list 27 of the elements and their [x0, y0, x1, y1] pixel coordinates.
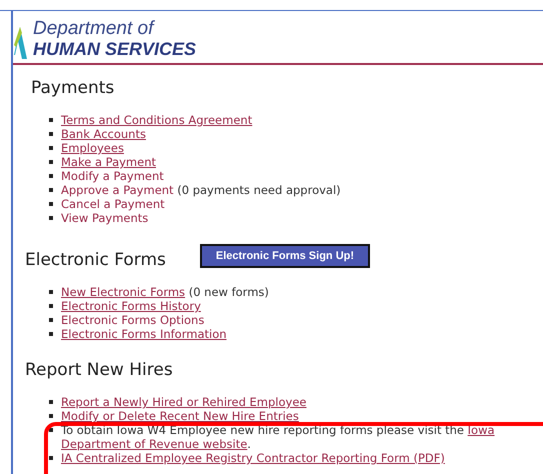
menu-link[interactable]: Electronic Forms History [61, 299, 201, 313]
section-heading: Payments [31, 78, 114, 98]
menu-link[interactable]: Approve a Payment [61, 183, 174, 197]
menu-link[interactable]: View Payments [61, 211, 148, 225]
sign-up-button[interactable]: Electronic Forms Sign Up! [200, 244, 370, 268]
menu-link[interactable]: Cancel a Payment [61, 197, 165, 211]
menu-link[interactable]: IA Centralized Employee Registry Contractor Reporting Form (PDF) [61, 451, 445, 465]
menu-link[interactable]: Employees [61, 141, 124, 155]
menu-link[interactable]: Make a Payment [61, 155, 156, 169]
count-note: (0 new forms) [188, 285, 269, 299]
menu-link[interactable]: Electronic Forms Information [61, 327, 227, 341]
menu-link[interactable]: New Electronic Forms [61, 285, 186, 299]
department-title: Department of [33, 19, 156, 39]
section-heading: Report New Hires [25, 360, 173, 380]
count-note: (0 payments need approval) [176, 183, 341, 197]
section-heading: Electronic Forms [25, 250, 166, 270]
menu-link[interactable]: Bank Accounts [61, 127, 146, 141]
menu-link[interactable]: Report a Newly Hired or Rehired Employee [61, 395, 306, 409]
menu-link[interactable]: Modify a Payment [61, 169, 164, 183]
revenue-link[interactable]: Department of Revenue website [61, 437, 248, 451]
sentence-period: . [247, 437, 251, 451]
menu-link[interactable]: Terms and Conditions Agreement [61, 113, 252, 127]
logo-icon [14, 25, 28, 61]
menu-link[interactable]: Electronic Forms Options [61, 313, 204, 327]
revenue-link[interactable]: Iowa [468, 423, 495, 437]
department-title: HUMAN SERVICES [33, 39, 196, 59]
menu-link[interactable]: Modify or Delete Recent New Hire Entries [61, 409, 299, 423]
